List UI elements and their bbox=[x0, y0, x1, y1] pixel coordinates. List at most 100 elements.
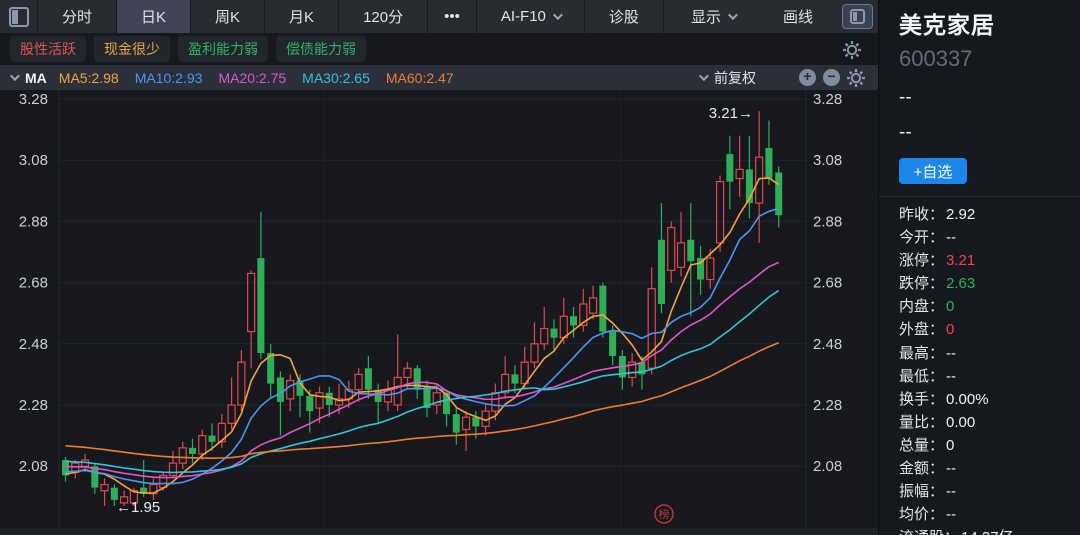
add-watchlist-button[interactable]: +自选 bbox=[899, 158, 967, 184]
stat-value: 2.63 bbox=[946, 272, 975, 295]
y-tick-right: 2.68 bbox=[813, 275, 842, 292]
stat-value: -- bbox=[946, 457, 956, 480]
tab-label: 日K bbox=[141, 6, 166, 27]
y-tick-right: 3.08 bbox=[813, 152, 842, 169]
limit-up-annotation: 3.21→ bbox=[709, 105, 753, 122]
stat-label: 流通股： bbox=[899, 526, 959, 535]
seal-text: 榜 bbox=[659, 507, 670, 521]
ma20-value: MA20:2.75 bbox=[218, 70, 286, 86]
tab-label: 显示 bbox=[691, 6, 721, 27]
y-tick-left: 3.08 bbox=[19, 152, 48, 169]
chevron-down-icon[interactable] bbox=[10, 71, 20, 81]
kline-chart-area[interactable]: 3.28 3.28 3.08 3.08 2.88 2.88 2.68 2.68 2.48 2.48… bbox=[0, 90, 878, 535]
stat-value: -- bbox=[946, 365, 956, 388]
stat-row: 振幅：-- bbox=[899, 480, 1080, 503]
tab-daily-k[interactable]: 日K bbox=[117, 0, 191, 33]
ellipsis-icon: ••• bbox=[444, 8, 460, 25]
more-periods-button[interactable]: ••• bbox=[428, 0, 477, 33]
gear-icon[interactable] bbox=[846, 68, 866, 88]
stat-row: 总量：0 bbox=[899, 434, 1080, 457]
tag-profitability[interactable]: 盈利能力弱 bbox=[178, 36, 268, 62]
stat-value: -- bbox=[946, 342, 956, 365]
ma20-line bbox=[66, 262, 779, 477]
y-tick-left: 2.08 bbox=[19, 458, 48, 475]
adjust-mode-dropdown[interactable]: 前复权 bbox=[697, 68, 756, 88]
gear-icon[interactable] bbox=[842, 40, 862, 60]
grid bbox=[59, 90, 806, 528]
panel-toggle-icon bbox=[850, 9, 865, 24]
sidebar-toggle-left-button[interactable] bbox=[0, 0, 38, 33]
chevron-down-icon bbox=[553, 10, 563, 20]
y-tick-right: 3.28 bbox=[813, 91, 842, 108]
stat-label: 总量： bbox=[899, 434, 944, 457]
stock-app-window: 分时 日K 周K 月K 120分 ••• AI-F10 诊股 显示 画线 股性活… bbox=[0, 0, 1080, 535]
tab-120min[interactable]: 120分 bbox=[339, 0, 428, 33]
low-annotation: ←1.95 bbox=[116, 499, 160, 516]
zoom-in-button[interactable]: + bbox=[799, 69, 816, 86]
tab-zhengu[interactable]: 诊股 bbox=[585, 0, 664, 33]
stat-label: 最低： bbox=[899, 365, 944, 388]
stat-label: 最高： bbox=[899, 342, 944, 365]
y-tick-right: 2.28 bbox=[813, 397, 842, 414]
zoom-out-button[interactable]: − bbox=[823, 69, 840, 86]
stat-row: 外盘：0 bbox=[899, 318, 1080, 341]
display-menu-button[interactable]: 显示 bbox=[667, 0, 759, 33]
chart-pane: 分时 日K 周K 月K 120分 ••• AI-F10 诊股 显示 画线 股性活… bbox=[0, 0, 878, 535]
ma5-value: MA5:2.98 bbox=[59, 70, 119, 86]
tab-monthly-k[interactable]: 月K bbox=[265, 0, 339, 33]
stat-value: -- bbox=[946, 226, 956, 249]
kline-chart: 3.28 3.28 3.08 3.08 2.88 2.88 2.68 2.68 2.48 2.48… bbox=[0, 90, 878, 535]
stat-row: 今开：-- bbox=[899, 226, 1080, 249]
stat-value: 0.00 bbox=[946, 411, 975, 434]
y-tick-left: 2.48 bbox=[19, 336, 48, 353]
tag-solvency[interactable]: 偿债能力弱 bbox=[276, 36, 366, 62]
stat-label: 均价： bbox=[899, 503, 944, 526]
ma30-value: MA30:2.65 bbox=[302, 70, 370, 86]
quote-panel: 美克家居 600337 -- -- +自选 昨收：2.92今开：--涨停：3.2… bbox=[878, 0, 1080, 535]
lower-pane-strip bbox=[0, 528, 878, 535]
stat-row: 流通股：14.37亿 bbox=[899, 526, 1080, 535]
ma-title: MA bbox=[25, 70, 47, 86]
tab-label: 诊股 bbox=[609, 6, 639, 27]
sidebar-toggle-right-button[interactable] bbox=[837, 0, 878, 33]
annotations: 3.21→ ←1.95 bbox=[116, 105, 753, 516]
stat-label: 量比： bbox=[899, 411, 944, 434]
stock-name: 美克家居 bbox=[899, 6, 1080, 40]
chevron-down-icon bbox=[728, 10, 738, 20]
draw-line-button[interactable]: 画线 bbox=[759, 0, 837, 33]
stat-value: 0 bbox=[946, 434, 954, 457]
stat-value: -- bbox=[946, 480, 956, 503]
stat-label: 昨收： bbox=[899, 203, 944, 226]
y-tick-right: 2.08 bbox=[813, 458, 842, 475]
stat-value: 3.21 bbox=[946, 249, 975, 272]
stat-label: 涨停： bbox=[899, 249, 944, 272]
y-tick-left: 2.88 bbox=[19, 213, 48, 230]
tab-label: 月K bbox=[289, 6, 314, 27]
tag-stock-activity[interactable]: 股性活跃 bbox=[10, 36, 86, 62]
y-tick-left: 3.28 bbox=[19, 91, 48, 108]
tab-label: AI-F10 bbox=[501, 8, 546, 25]
stat-label: 内盘： bbox=[899, 295, 944, 318]
seal-stamp: 榜 bbox=[655, 505, 673, 523]
stat-label: 换手： bbox=[899, 388, 944, 411]
stat-value: 0.00% bbox=[946, 388, 989, 411]
tab-label: 周K bbox=[215, 6, 240, 27]
y-tick-left: 2.68 bbox=[19, 275, 48, 292]
chevron-down-icon bbox=[699, 71, 709, 81]
stat-row: 换手：0.00% bbox=[899, 388, 1080, 411]
quote-stats-list: 昨收：2.92今开：--涨停：3.21跌停：2.63内盘：0外盘：0最高：--最… bbox=[879, 196, 1080, 535]
ma10-line bbox=[66, 209, 779, 484]
tab-fenshi[interactable]: 分时 bbox=[38, 0, 117, 33]
period-toolbar: 分时 日K 周K 月K 120分 ••• AI-F10 诊股 显示 画线 bbox=[0, 0, 878, 33]
stat-label: 跌停： bbox=[899, 272, 944, 295]
stat-label: 振幅： bbox=[899, 480, 944, 503]
price-change: -- bbox=[899, 122, 1080, 144]
y-tick-right: 2.48 bbox=[813, 336, 842, 353]
tab-ai-f10[interactable]: AI-F10 bbox=[477, 0, 585, 33]
y-tick-right: 2.88 bbox=[813, 213, 842, 230]
tab-label: 120分 bbox=[363, 6, 403, 27]
tab-weekly-k[interactable]: 周K bbox=[191, 0, 265, 33]
ma10-value: MA10:2.93 bbox=[135, 70, 203, 86]
tag-cash-level[interactable]: 现金很少 bbox=[94, 36, 170, 62]
stat-row: 量比：0.00 bbox=[899, 411, 1080, 434]
